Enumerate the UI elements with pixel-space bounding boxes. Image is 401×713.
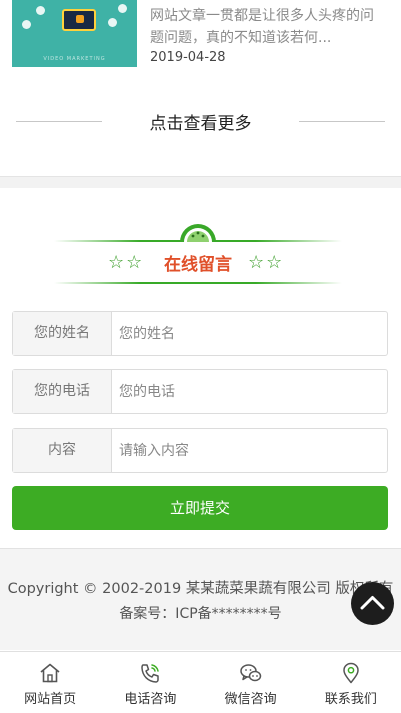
phone-label: 您的电话 xyxy=(13,370,112,413)
tab-contact[interactable]: 联系我们 xyxy=(301,652,401,713)
message-section-title: ☆☆ 在线留言 ☆☆ xyxy=(48,218,348,288)
title-bottom-line xyxy=(54,282,342,284)
article-excerpt[interactable]: 网站文章一贯都是让很多人头疼的问题问题，真的不知道该若何... xyxy=(150,5,386,49)
tab-phone-label: 电话咨询 xyxy=(124,692,177,707)
phone-icon xyxy=(141,664,160,683)
section-separator xyxy=(0,176,401,188)
thumbnail-caption: VIDEO MARKETING xyxy=(43,56,106,62)
chevron-up-icon xyxy=(360,596,385,610)
tab-home[interactable]: 网站首页 xyxy=(0,652,100,713)
tab-home-label: 网站首页 xyxy=(24,692,77,707)
tab-wechat-label: 微信咨询 xyxy=(224,692,277,707)
submit-button[interactable]: 立即提交 xyxy=(12,486,388,530)
tab-wechat[interactable]: 微信咨询 xyxy=(201,652,301,713)
name-field: 您的姓名 xyxy=(12,311,388,356)
decor-dot xyxy=(118,4,127,13)
icp-record[interactable]: 备案号：ICP备********号 xyxy=(0,603,401,623)
phone-field: 您的电话 xyxy=(12,369,388,414)
decor-dot xyxy=(108,18,117,27)
article-item[interactable]: VIDEO MARKETING 网站文章一贯都是让很多人头疼的问题问题，真的不知… xyxy=(12,0,392,68)
tab-phone[interactable]: 电话咨询 xyxy=(100,652,200,713)
article-thumbnail[interactable]: VIDEO MARKETING xyxy=(12,0,137,67)
phone-input[interactable] xyxy=(119,370,381,413)
footer: Copyright © 2002-2019 某某蔬菜果蔬有限公司 版权所有 备案… xyxy=(0,548,401,650)
copyright-text: Copyright © 2002-2019 某某蔬菜果蔬有限公司 版权所有 xyxy=(7,581,394,597)
message-title: 在线留言 xyxy=(164,255,232,275)
decor-dot xyxy=(22,20,31,29)
video-screen-icon xyxy=(62,9,96,31)
name-label: 您的姓名 xyxy=(13,312,112,355)
bottom-tab-bar: 网站首页 电话咨询 微信咨询 联系我们 xyxy=(0,651,401,713)
back-to-top-button[interactable] xyxy=(351,582,394,625)
view-more-link[interactable]: 点击查看更多 xyxy=(16,107,385,134)
content-label: 内容 xyxy=(13,429,112,472)
content-field: 内容 xyxy=(12,428,388,473)
location-icon xyxy=(343,662,359,684)
tab-contact-label: 联系我们 xyxy=(324,692,377,707)
article-date: 2019-04-28 xyxy=(150,50,226,65)
star-icon: ☆☆ xyxy=(248,252,285,273)
watermelon-icon xyxy=(180,224,216,242)
home-icon xyxy=(40,663,60,683)
divider xyxy=(299,121,385,122)
wechat-icon xyxy=(239,664,261,682)
decor-dot xyxy=(36,6,45,15)
name-input[interactable] xyxy=(119,312,381,355)
content-input[interactable] xyxy=(119,429,381,472)
